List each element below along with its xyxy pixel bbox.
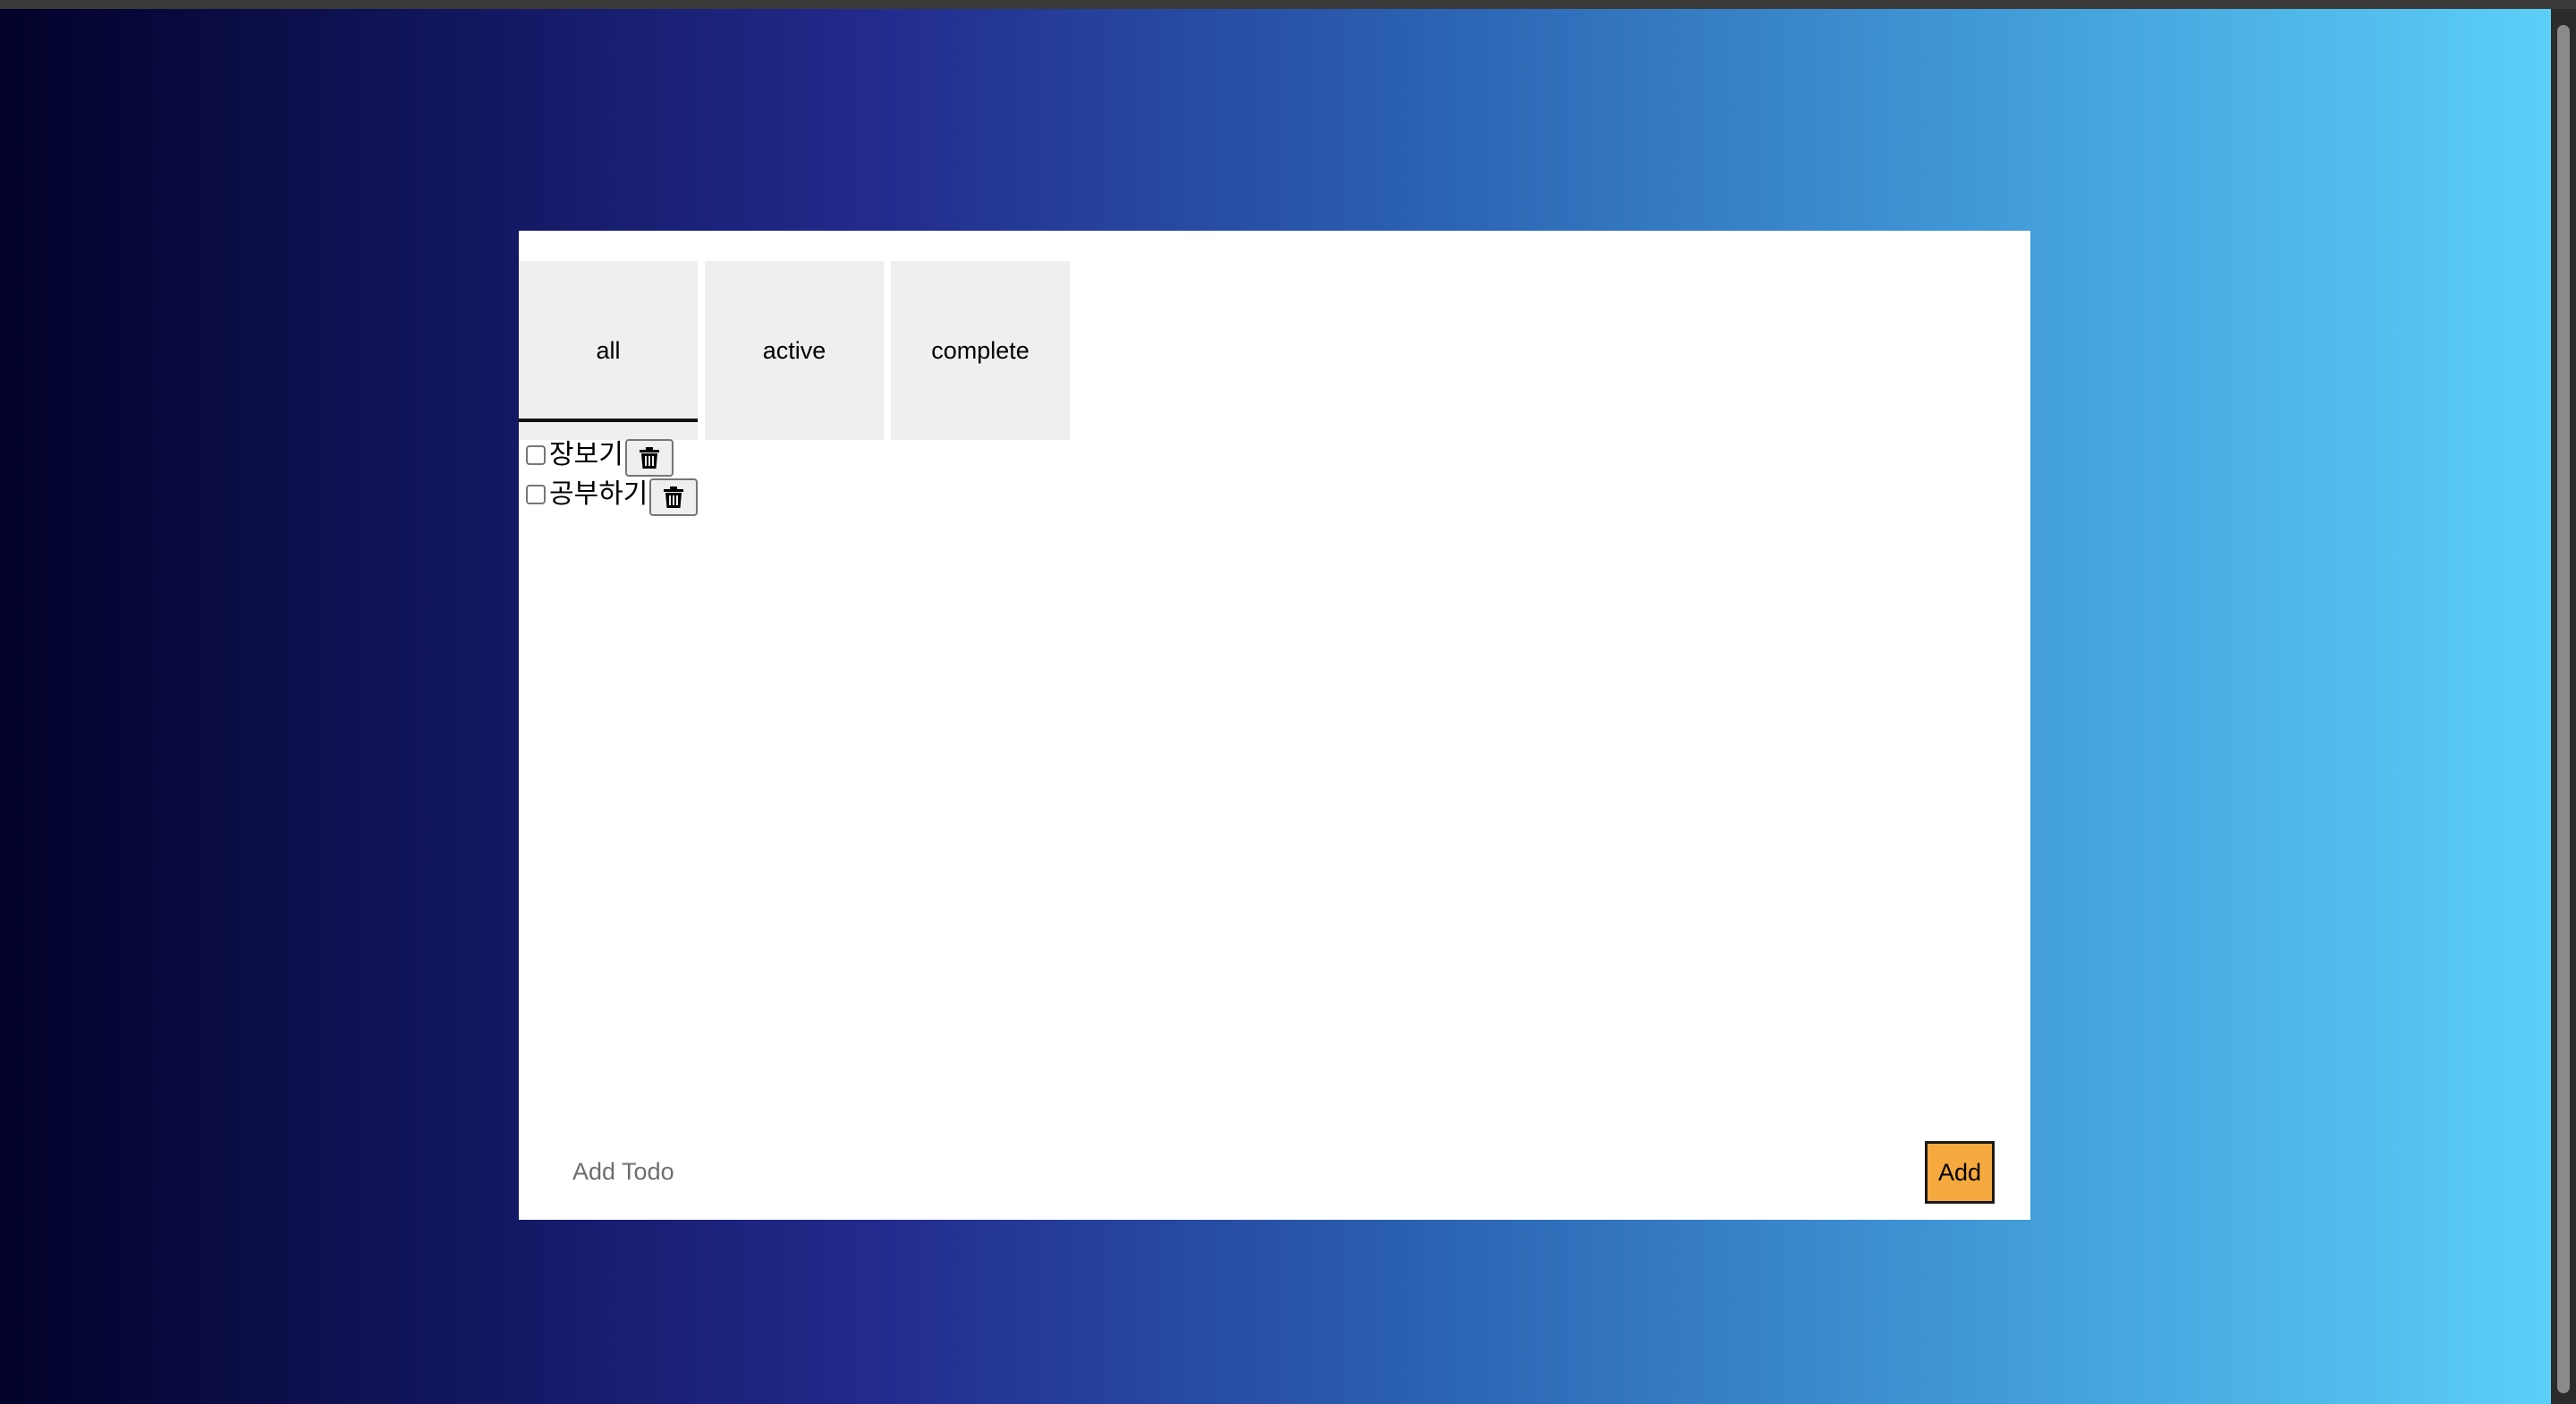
tab-active[interactable]: active xyxy=(705,261,884,440)
add-todo-input[interactable] xyxy=(571,1148,1379,1195)
todo-checkbox[interactable] xyxy=(526,445,546,465)
tab-complete-label: complete xyxy=(931,336,1030,364)
todo-text: 공부하기 xyxy=(549,478,648,510)
scrollbar-thumb[interactable] xyxy=(2557,25,2570,1393)
tab-complete[interactable]: complete xyxy=(891,261,1070,440)
add-todo-row: Add xyxy=(519,1121,2030,1220)
scrollbar[interactable] xyxy=(2551,9,2576,1404)
list-item: 공부하기 xyxy=(524,476,699,516)
todo-app-card: all active complete 장보기 공부하기 Add Todo Ad… xyxy=(519,231,2030,1220)
active-tab-underline xyxy=(519,419,698,422)
tab-all[interactable]: all xyxy=(519,261,698,440)
filter-tabs: all active complete xyxy=(519,261,1077,440)
list-item: 장보기 xyxy=(524,436,698,477)
add-button[interactable]: Add xyxy=(1925,1141,1995,1204)
tab-all-label: all xyxy=(596,336,621,364)
trash-icon xyxy=(639,447,659,469)
trash-icon xyxy=(664,486,684,508)
delete-todo-button[interactable] xyxy=(649,478,699,516)
tab-active-label: active xyxy=(762,336,826,364)
screen: all active complete 장보기 공부하기 Add Todo Ad… xyxy=(0,0,2576,1404)
page-background: all active complete 장보기 공부하기 Add Todo Ad… xyxy=(0,9,2551,1404)
todo-text: 장보기 xyxy=(549,439,623,470)
todo-list: 장보기 공부하기 xyxy=(524,436,699,516)
delete-todo-button[interactable] xyxy=(624,439,674,477)
todo-checkbox[interactable] xyxy=(526,485,546,504)
